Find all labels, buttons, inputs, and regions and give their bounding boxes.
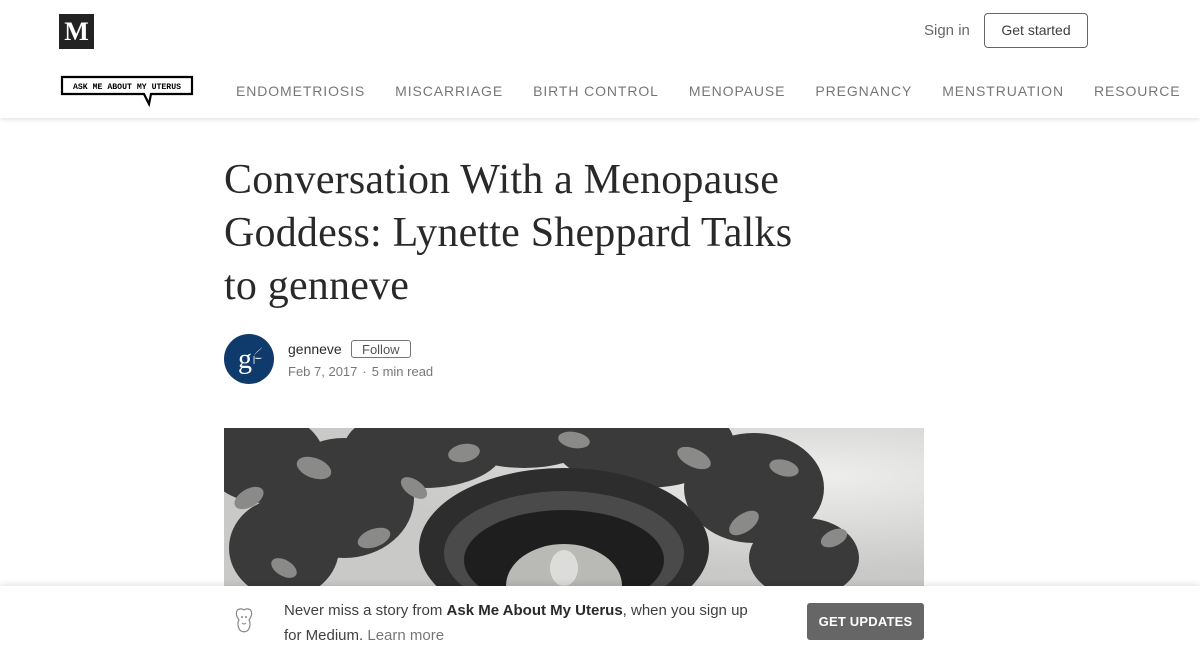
learn-more-link[interactable]: Learn more [367,627,444,644]
banner-publication-name: Ask Me About My Uterus [446,602,623,619]
author-name[interactable]: genneve [288,341,342,357]
follow-button[interactable]: Follow [351,340,411,358]
author-avatar[interactable]: g [224,334,274,384]
read-time: 5 min read [371,364,434,379]
nav-item-pregnancy[interactable]: PREGNANCY [815,83,912,99]
nav-item-birth-control[interactable]: BIRTH CONTROL [533,83,659,99]
publication-logo[interactable]: ASK ME ABOUT MY UTERUS [59,74,195,108]
banner-text-start: Never miss a story from [284,602,447,619]
publication-mascot-icon [235,608,253,633]
publication-nav: ENDOMETRIOSIS MISCARRIAGE BIRTH CONTROL … [236,83,1200,99]
sign-in-link[interactable]: Sign in [924,22,970,39]
get-updates-button[interactable]: GET UPDATES [807,603,924,640]
top-bar: M Sign in Get started ASK ME ABOUT MY UT… [0,0,1200,118]
banner-message: Never miss a story from Ask Me About My … [284,598,764,648]
nav-item-resource[interactable]: RESOURCE [1094,83,1181,99]
nav-item-endometriosis[interactable]: ENDOMETRIOSIS [236,83,365,99]
nav-item-miscarriage[interactable]: MISCARRIAGE [395,83,503,99]
publish-date: Feb 7, 2017 [288,364,358,379]
title-line: Conversation With a Menopause [224,157,780,203]
nav-item-menstruation[interactable]: MENSTRUATION [942,83,1064,99]
article-meta: Feb 7, 2017 · 5 min read [288,364,433,379]
meta-separator: · [362,364,367,379]
avatar-monogram-icon: g [238,344,263,375]
title-line: Goddess: Lynette Sheppard Talks [224,210,793,256]
svg-text:g: g [238,344,252,375]
title-line: to genneve [224,263,410,309]
subscribe-banner: Never miss a story from Ask Me About My … [0,586,1200,652]
medium-logo[interactable]: M [59,14,94,49]
get-started-button[interactable]: Get started [984,13,1088,48]
publication-logo-text: ASK ME ABOUT MY UTERUS [73,83,181,92]
nav-item-menopause[interactable]: MENOPAUSE [689,83,786,99]
article-title: Conversation With a Menopause Goddess: L… [224,154,864,313]
hero-image [224,428,924,588]
